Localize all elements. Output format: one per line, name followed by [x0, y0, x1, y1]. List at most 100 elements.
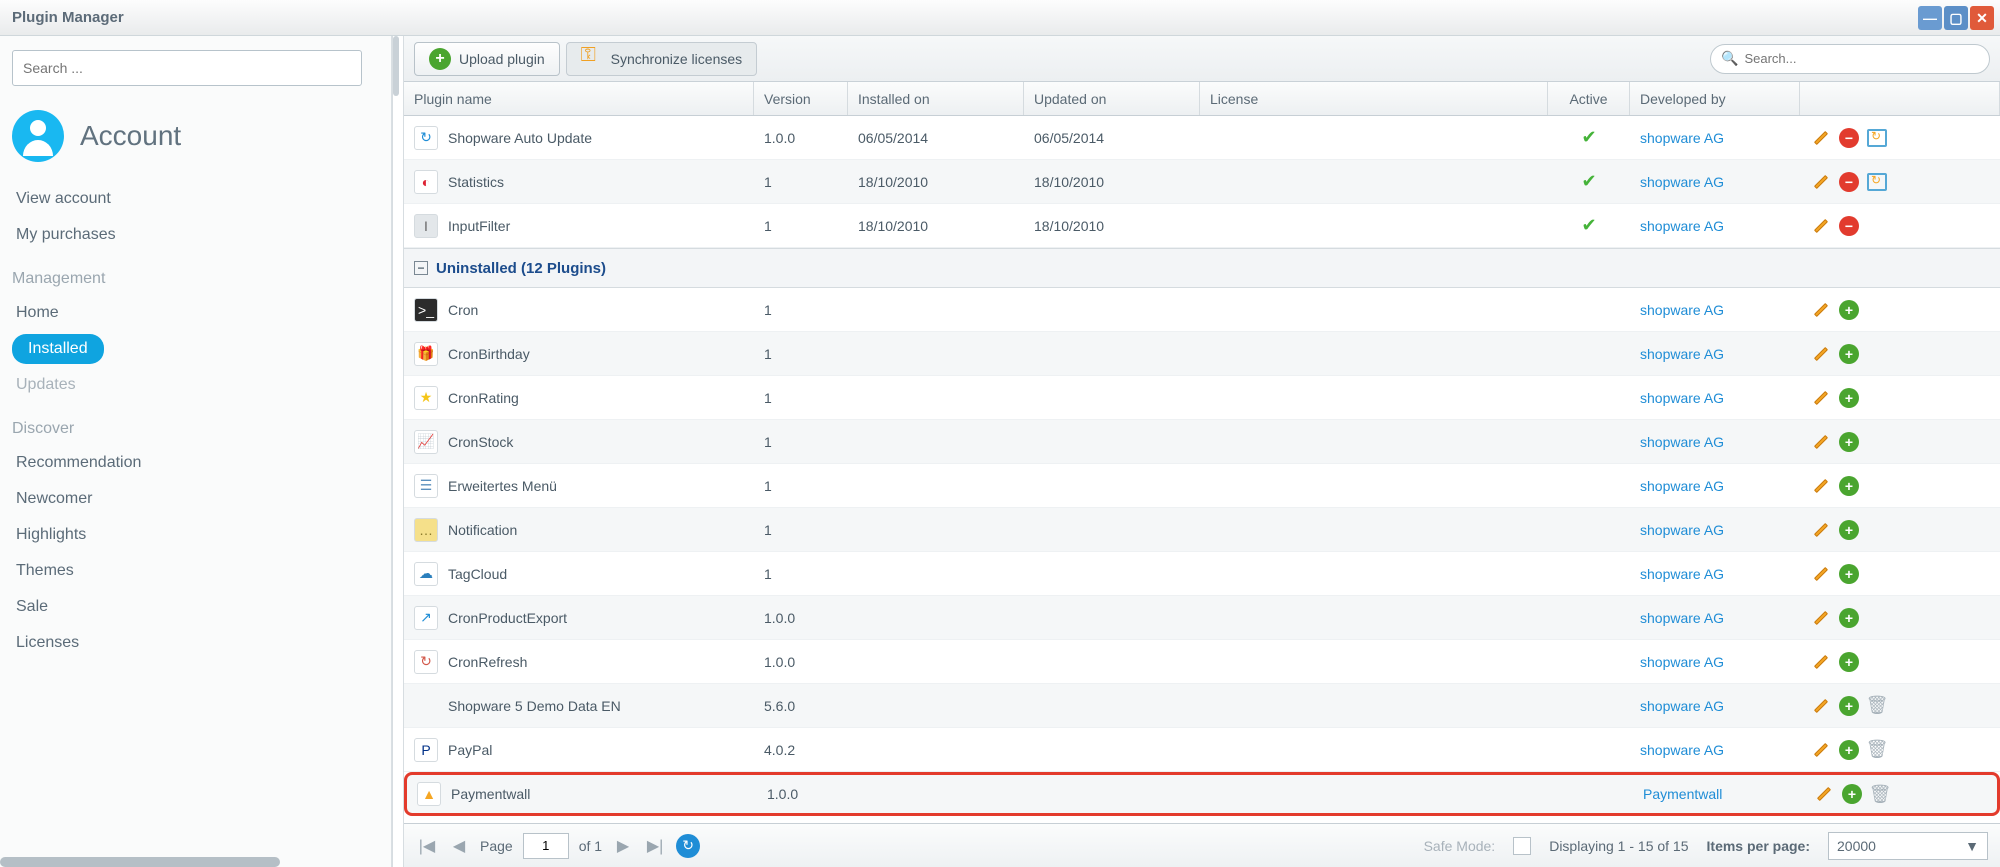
refresh-button[interactable]: ↻	[676, 834, 700, 858]
sidebar-link-view-account[interactable]: View account	[12, 182, 379, 216]
developer-link[interactable]: shopware AG	[1640, 522, 1724, 538]
developer-link[interactable]: shopware AG	[1640, 218, 1724, 234]
page-first-button[interactable]: |◀	[416, 835, 438, 857]
sidebar-link-newcomer[interactable]: Newcomer	[12, 482, 379, 516]
delete-action[interactable]: 🗑	[1869, 783, 1891, 805]
table-row[interactable]: IInputFilter 1 18/10/2010 18/10/2010 ✔ s…	[404, 204, 2000, 248]
install-action[interactable]: +	[1838, 343, 1860, 365]
developer-link[interactable]: shopware AG	[1640, 742, 1724, 758]
sync-licenses-button[interactable]: Synchronize licenses	[566, 42, 758, 76]
col-version[interactable]: Version	[754, 82, 848, 115]
table-row[interactable]: …Notification 1 shopware AG +	[404, 508, 2000, 552]
col-license[interactable]: License	[1200, 82, 1548, 115]
sidebar-link-updates[interactable]: Updates	[12, 368, 379, 402]
edit-action[interactable]	[1810, 695, 1832, 717]
col-active[interactable]: Active	[1548, 82, 1630, 115]
edit-action[interactable]	[1810, 299, 1832, 321]
edit-action[interactable]	[1810, 215, 1832, 237]
sidebar-link-highlights[interactable]: Highlights	[12, 518, 379, 552]
minimize-button[interactable]: —	[1918, 6, 1942, 30]
install-action[interactable]: +	[1838, 475, 1860, 497]
reload-action[interactable]	[1866, 127, 1888, 149]
table-row[interactable]: 🎁CronBirthday 1 shopware AG +	[404, 332, 2000, 376]
toolbar-search[interactable]: 🔍	[1710, 44, 1990, 74]
edit-action[interactable]	[1813, 783, 1835, 805]
install-action[interactable]: +	[1838, 607, 1860, 629]
install-action[interactable]: +	[1838, 387, 1860, 409]
edit-action[interactable]	[1810, 343, 1832, 365]
table-row[interactable]: >_Cron 1 shopware AG +	[404, 288, 2000, 332]
reload-action[interactable]	[1866, 171, 1888, 193]
sidebar-scrollbar-horizontal[interactable]	[0, 857, 280, 867]
developer-link[interactable]: Paymentwall	[1643, 786, 1722, 802]
sidebar-link-themes[interactable]: Themes	[12, 554, 379, 588]
edit-action[interactable]	[1810, 475, 1832, 497]
install-action[interactable]: +	[1838, 695, 1860, 717]
developer-link[interactable]: shopware AG	[1640, 698, 1724, 714]
developer-link[interactable]: shopware AG	[1640, 390, 1724, 406]
maximize-button[interactable]: ▢	[1944, 6, 1968, 30]
edit-action[interactable]	[1810, 171, 1832, 193]
table-row[interactable]: Shopware 5 Demo Data EN 5.6.0 shopware A…	[404, 684, 2000, 728]
uninstall-action[interactable]: −	[1838, 127, 1860, 149]
sidebar-link-installed[interactable]: Installed	[12, 334, 104, 364]
sidebar-link-sale[interactable]: Sale	[12, 590, 379, 624]
sidebar-link-home[interactable]: Home	[12, 296, 379, 330]
install-action[interactable]: +	[1841, 783, 1863, 805]
install-action[interactable]: +	[1838, 651, 1860, 673]
upload-plugin-button[interactable]: + Upload plugin	[414, 42, 560, 76]
edit-action[interactable]	[1810, 563, 1832, 585]
install-action[interactable]: +	[1838, 519, 1860, 541]
table-row[interactable]: PPayPal 4.0.2 shopware AG + 🗑	[404, 728, 2000, 772]
close-button[interactable]: ✕	[1970, 6, 1994, 30]
grid-body[interactable]: ↻Shopware Auto Update 1.0.0 06/05/2014 0…	[404, 116, 2000, 823]
group-header-uninstalled[interactable]: − Uninstalled (12 Plugins)	[404, 248, 2000, 288]
col-updated[interactable]: Updated on	[1024, 82, 1200, 115]
table-row[interactable]: 📈CronStock 1 shopware AG +	[404, 420, 2000, 464]
sidebar-link-licenses[interactable]: Licenses	[12, 626, 379, 660]
delete-action[interactable]: 🗑	[1866, 695, 1888, 717]
delete-action[interactable]: 🗑	[1866, 739, 1888, 761]
table-row[interactable]: ↗CronProductExport 1.0.0 shopware AG +	[404, 596, 2000, 640]
edit-action[interactable]	[1810, 739, 1832, 761]
toolbar-search-input[interactable]	[1744, 51, 1979, 66]
developer-link[interactable]: shopware AG	[1640, 610, 1724, 626]
install-action[interactable]: +	[1838, 739, 1860, 761]
uninstall-action[interactable]: −	[1838, 215, 1860, 237]
table-row[interactable]: ▲Paymentwall 1.0.0 Paymentwall + 🗑	[404, 772, 2000, 816]
table-row[interactable]: ↻CronRefresh 1.0.0 shopware AG +	[404, 640, 2000, 684]
page-last-button[interactable]: ▶|	[644, 835, 666, 857]
install-action[interactable]: +	[1838, 299, 1860, 321]
sidebar-link-recommendation[interactable]: Recommendation	[12, 446, 379, 480]
table-row[interactable]: ☁TagCloud 1 shopware AG +	[404, 552, 2000, 596]
developer-link[interactable]: shopware AG	[1640, 434, 1724, 450]
edit-action[interactable]	[1810, 651, 1832, 673]
uninstall-action[interactable]: −	[1838, 171, 1860, 193]
edit-action[interactable]	[1810, 607, 1832, 629]
edit-action[interactable]	[1810, 127, 1832, 149]
developer-link[interactable]: shopware AG	[1640, 566, 1724, 582]
developer-link[interactable]: shopware AG	[1640, 478, 1724, 494]
sidebar-search-input[interactable]	[12, 50, 362, 86]
table-row[interactable]: ★CronRating 1 shopware AG +	[404, 376, 2000, 420]
safe-mode-checkbox[interactable]	[1513, 837, 1531, 855]
col-plugin-name[interactable]: Plugin name	[404, 82, 754, 115]
col-dev[interactable]: Developed by	[1630, 82, 1800, 115]
developer-link[interactable]: shopware AG	[1640, 302, 1724, 318]
edit-action[interactable]	[1810, 387, 1832, 409]
page-next-button[interactable]: ▶	[612, 835, 634, 857]
developer-link[interactable]: shopware AG	[1640, 346, 1724, 362]
install-action[interactable]: +	[1838, 431, 1860, 453]
splitter[interactable]	[392, 36, 404, 867]
edit-action[interactable]	[1810, 519, 1832, 541]
col-installed[interactable]: Installed on	[848, 82, 1024, 115]
table-row[interactable]: ☰Erweitertes Menü 1 shopware AG +	[404, 464, 2000, 508]
developer-link[interactable]: shopware AG	[1640, 174, 1724, 190]
collapse-icon[interactable]: −	[414, 261, 428, 275]
page-prev-button[interactable]: ◀	[448, 835, 470, 857]
developer-link[interactable]: shopware AG	[1640, 654, 1724, 670]
developer-link[interactable]: shopware AG	[1640, 130, 1724, 146]
install-action[interactable]: +	[1838, 563, 1860, 585]
sidebar-link-my-purchases[interactable]: My purchases	[12, 218, 379, 252]
items-per-page-select[interactable]: 20000 ▼	[1828, 832, 1988, 860]
